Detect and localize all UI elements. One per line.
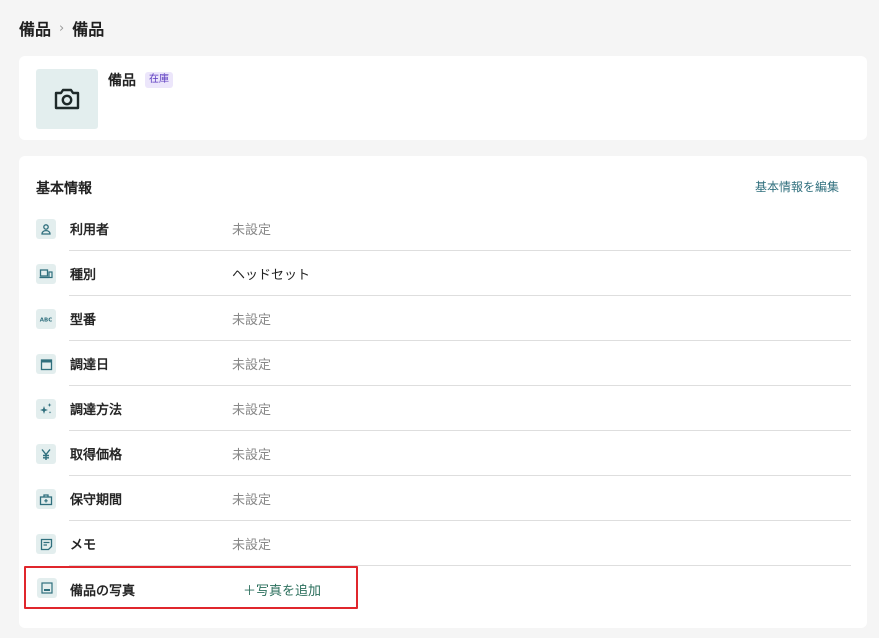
field-row-type: 種別 ヘッドセット <box>19 251 867 296</box>
field-value: ヘッドセット <box>232 268 311 283</box>
field-row-model: ABC 型番 未設定 <box>19 296 867 341</box>
field-value: 未設定 <box>232 493 272 508</box>
item-header-card: 備品 在庫 <box>19 56 867 140</box>
field-label: 利用者 <box>70 223 110 238</box>
user-icon <box>36 219 56 239</box>
abc-icon: ABC <box>36 309 56 329</box>
photo-label: 備品の写真 <box>70 584 136 599</box>
field-value: 未設定 <box>232 448 272 463</box>
basic-info-card: 基本情報 基本情報を編集 利用者 未設定 種別 ヘッドセット ABC 型番 未設… <box>19 156 867 628</box>
item-name: 備品 <box>108 73 136 89</box>
field-row-procurement-method: 調達方法 未設定 <box>19 386 867 431</box>
field-value: 未設定 <box>232 223 272 238</box>
breadcrumb-current: 備品 <box>72 20 105 39</box>
status-badge: 在庫 <box>145 72 173 88</box>
field-row-memo: メモ 未設定 <box>19 521 867 566</box>
field-row-maintenance: 保守期間 未設定 <box>19 476 867 521</box>
sparkle-icon <box>36 399 56 419</box>
field-label: 保守期間 <box>70 493 123 508</box>
add-photo-button[interactable]: ＋写真を追加 <box>243 580 321 599</box>
field-label: 調達日 <box>70 358 110 373</box>
briefcase-icon <box>36 489 56 509</box>
field-label: メモ <box>70 538 97 553</box>
calendar-icon <box>36 354 56 374</box>
field-label: 調達方法 <box>70 403 123 418</box>
field-row-price: 取得価格 未設定 <box>19 431 867 476</box>
field-row-user: 利用者 未設定 <box>19 206 867 251</box>
field-value: 未設定 <box>232 313 272 328</box>
field-label: 取得価格 <box>70 448 123 463</box>
item-thumbnail[interactable] <box>36 69 98 129</box>
yen-icon <box>36 444 56 464</box>
field-value: 未設定 <box>232 538 272 553</box>
item-name-group: 備品 在庫 <box>108 70 173 90</box>
section-title: 基本情報 <box>36 181 92 197</box>
field-label: 種別 <box>70 268 97 283</box>
photo-row-highlighted: 備品の写真 ＋写真を追加 <box>24 566 358 609</box>
camera-icon <box>54 88 80 110</box>
svg-text:ABC: ABC <box>40 318 53 324</box>
field-value: 未設定 <box>232 403 272 418</box>
breadcrumb: 備品 › 備品 <box>19 16 104 40</box>
edit-basic-info-link[interactable]: 基本情報を編集 <box>755 178 839 195</box>
breadcrumb-parent[interactable]: 備品 <box>19 16 51 40</box>
image-icon <box>37 578 57 598</box>
memo-icon <box>36 534 56 554</box>
field-value: 未設定 <box>232 358 272 373</box>
field-list: 利用者 未設定 種別 ヘッドセット ABC 型番 未設定 調達日 未設定 調達方… <box>19 206 867 566</box>
field-label: 型番 <box>70 313 97 328</box>
device-icon <box>36 264 56 284</box>
field-row-procurement-date: 調達日 未設定 <box>19 341 867 386</box>
breadcrumb-separator: › <box>59 20 65 36</box>
